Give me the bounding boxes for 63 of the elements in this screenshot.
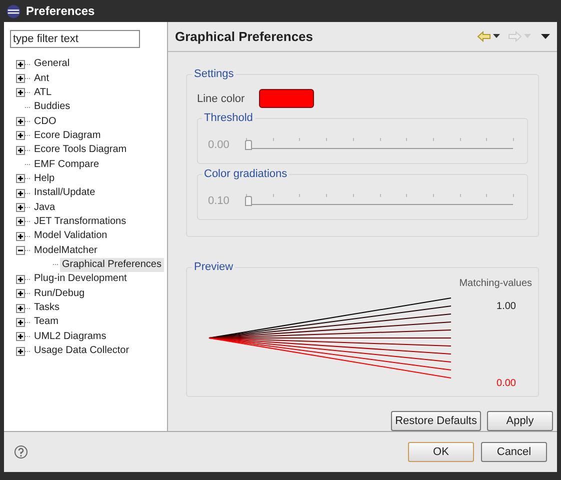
tree-item[interactable]: Install/Update bbox=[32, 186, 98, 200]
expand-icon[interactable] bbox=[16, 146, 25, 155]
expand-icon[interactable] bbox=[16, 289, 25, 298]
forward-arrow-icon bbox=[508, 31, 522, 42]
slider-thumb[interactable] bbox=[245, 196, 252, 206]
tree-item[interactable]: Java bbox=[32, 200, 58, 215]
tree-item[interactable]: Graphical Preferences bbox=[60, 258, 164, 272]
min-value-label: 0.00 bbox=[496, 376, 516, 391]
tree-item[interactable]: Ecore Tools Diagram bbox=[32, 143, 129, 158]
tree-item[interactable]: CDO bbox=[32, 114, 58, 129]
tree-item[interactable]: Model Validation bbox=[32, 229, 110, 244]
collapse-icon[interactable] bbox=[16, 246, 25, 256]
slider-value: 0.00 bbox=[208, 138, 230, 154]
slider-thumb[interactable] bbox=[245, 140, 252, 150]
expand-icon[interactable] bbox=[16, 117, 25, 126]
caret-icon bbox=[524, 34, 531, 40]
app-icon bbox=[6, 4, 21, 18]
expand-icon[interactable] bbox=[16, 74, 25, 84]
slider-value: 0.10 bbox=[208, 194, 230, 210]
line-color-label: Line color bbox=[197, 92, 245, 107]
expand-icon[interactable] bbox=[16, 174, 25, 184]
tree-item[interactable]: Ant bbox=[32, 72, 52, 86]
dialog-button[interactable]: OK bbox=[408, 442, 474, 462]
expand-icon[interactable] bbox=[16, 88, 25, 98]
color-swatch-button[interactable] bbox=[258, 89, 314, 108]
tree-item[interactable]: General bbox=[32, 57, 72, 72]
tree-item[interactable]: ATL bbox=[32, 86, 54, 100]
expand-icon[interactable] bbox=[16, 346, 25, 356]
dialog-button[interactable]: Cancel bbox=[481, 442, 547, 462]
tree-item[interactable]: ModelMatcher bbox=[32, 244, 100, 258]
expand-icon[interactable] bbox=[16, 203, 25, 212]
caret-icon[interactable] bbox=[493, 34, 500, 40]
expand-icon[interactable] bbox=[16, 274, 25, 284]
tree-item[interactable]: Usage Data Collector bbox=[32, 344, 132, 358]
expand-icon[interactable] bbox=[16, 332, 25, 342]
tree-item[interactable]: Team bbox=[32, 315, 60, 330]
tree-item[interactable]: Ecore Diagram bbox=[32, 128, 103, 143]
tree-item[interactable]: Run/Debug bbox=[32, 286, 87, 301]
expand-icon[interactable] bbox=[16, 60, 25, 69]
page-title: Graphical Preferences bbox=[175, 28, 314, 46]
tree-item[interactable]: UML2 Diagrams bbox=[32, 330, 108, 344]
window-title: Preferences bbox=[26, 3, 95, 20]
expand-icon[interactable] bbox=[16, 318, 25, 327]
tree-item[interactable]: Tasks bbox=[32, 301, 62, 316]
expand-icon[interactable] bbox=[16, 188, 25, 198]
slider-track[interactable] bbox=[246, 194, 513, 208]
tree-item[interactable]: Plug-in Development bbox=[32, 272, 129, 286]
max-value-label: 1.00 bbox=[496, 300, 516, 314]
tree-item[interactable]: Buddies bbox=[32, 100, 72, 114]
tree-item[interactable]: Help bbox=[32, 172, 57, 186]
filter-field[interactable]: type filter text bbox=[10, 30, 140, 48]
tree-item[interactable]: JET Transformations bbox=[32, 214, 128, 229]
slider-track[interactable] bbox=[246, 138, 513, 152]
help-icon[interactable] bbox=[14, 445, 28, 459]
page-button[interactable]: Apply bbox=[487, 411, 553, 431]
expand-icon[interactable] bbox=[16, 304, 25, 313]
tree-item[interactable]: EMF Compare bbox=[32, 158, 102, 172]
menu-icon[interactable] bbox=[541, 34, 550, 40]
expand-icon[interactable] bbox=[16, 232, 25, 241]
expand-icon[interactable] bbox=[16, 131, 25, 140]
expand-icon[interactable] bbox=[16, 217, 25, 226]
page-button[interactable]: Restore Defaults bbox=[391, 411, 481, 431]
legend-title: Matching-values bbox=[459, 276, 532, 291]
